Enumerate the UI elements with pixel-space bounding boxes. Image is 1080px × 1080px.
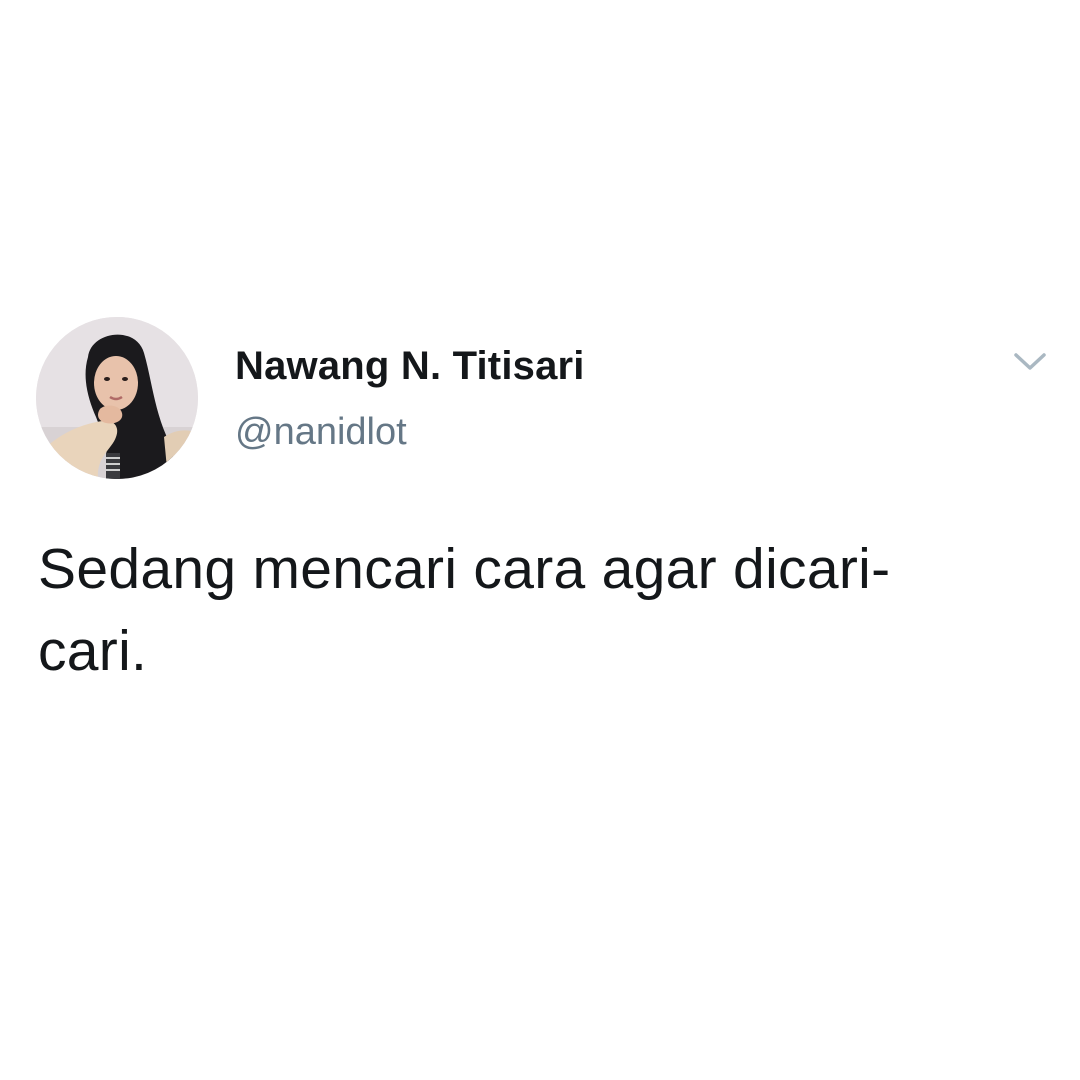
profile-photo-icon (36, 317, 198, 479)
author-display-name[interactable]: Nawang N. Titisari (235, 346, 585, 386)
author-handle[interactable]: @nanidlot (235, 413, 407, 451)
tweet-text-line: cari. (38, 619, 148, 683)
tweet-text-line: Sedang mencari cara agar dicari- (38, 537, 891, 601)
chevron-down-icon (1014, 353, 1046, 370)
tweet-menu-button[interactable] (1010, 346, 1050, 378)
avatar[interactable] (36, 317, 198, 479)
tweet-card: Nawang N. Titisari @nanidlot Sedang menc… (0, 0, 1080, 1080)
tweet-text: Sedang mencari cara agar dicari- cari. (38, 528, 1038, 692)
